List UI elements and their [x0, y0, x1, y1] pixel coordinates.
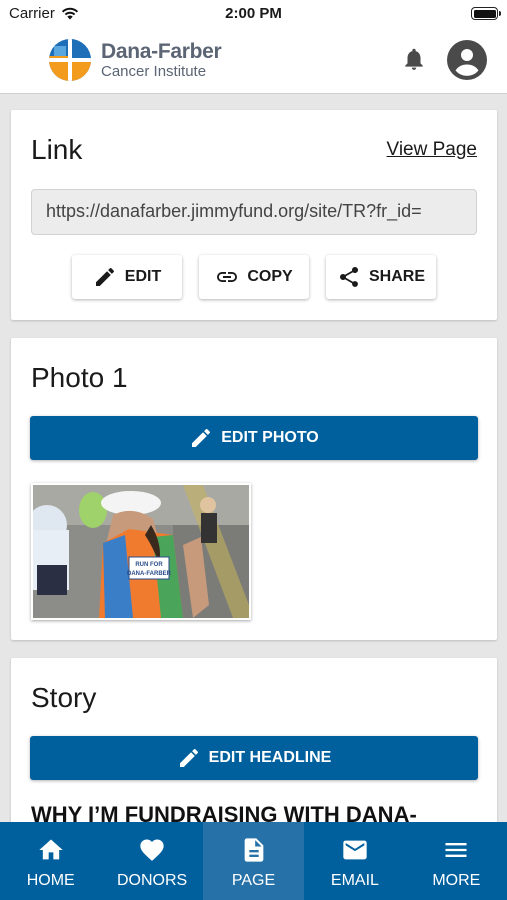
logo-name: Dana-Farber: [101, 40, 222, 63]
nav-home-label: HOME: [26, 872, 75, 889]
page-url-field[interactable]: https://danafarber.jimmyfund.org/site/TR…: [31, 189, 477, 235]
view-page-link[interactable]: View Page: [387, 139, 478, 161]
pencil-icon: [95, 267, 114, 286]
bell-icon[interactable]: [401, 46, 427, 72]
edit-link-button[interactable]: EDIT: [72, 255, 182, 299]
edit-photo-button[interactable]: EDIT PHOTO: [30, 416, 478, 460]
share-link-button[interactable]: SHARE: [326, 255, 436, 299]
envelope-icon: [343, 840, 367, 860]
nav-item-home[interactable]: HOME: [0, 822, 101, 900]
link-icon: [217, 272, 238, 282]
account-circle-icon[interactable]: [447, 40, 487, 80]
app-header: Dana-Farber Cancer Institute: [0, 28, 507, 94]
edit-headline-button[interactable]: EDIT HEADLINE: [30, 736, 478, 780]
svg-text:RUN FOR: RUN FOR: [135, 562, 163, 568]
edit-link-label: EDIT: [124, 268, 162, 285]
pencil-icon: [192, 428, 211, 447]
share-icon: [339, 266, 358, 287]
nav-item-page[interactable]: PAGE: [202, 822, 305, 900]
copy-link-label: COPY: [247, 268, 293, 285]
link-card: Link View Page https://danafarber.jimmyf…: [11, 110, 497, 320]
pencil-icon: [179, 748, 198, 767]
nav-more-label: MORE: [432, 872, 481, 889]
nav-email-label: EMAIL: [330, 872, 379, 889]
nav-item-more[interactable]: MORE: [406, 822, 507, 900]
photo-card-title: Photo 1: [31, 362, 128, 393]
link-card-title: Link: [31, 134, 83, 165]
edit-photo-label: EDIT PHOTO: [221, 429, 319, 446]
logo-subtitle: Cancer Institute: [101, 63, 207, 80]
home-icon: [39, 839, 63, 860]
bottom-nav: HOME DONORS PAGE EMAIL MORE: [0, 822, 507, 900]
svg-text:DANA-FARBER: DANA-FARBER: [127, 571, 172, 577]
status-bar: Carrier 2:00 PM: [0, 0, 507, 28]
edit-headline-label: EDIT HEADLINE: [208, 749, 332, 766]
battery-icon: [471, 7, 501, 20]
nav-item-email[interactable]: EMAIL: [304, 822, 405, 900]
dana-farber-logo-icon: [49, 39, 91, 81]
status-time: 2:00 PM: [225, 5, 282, 22]
nav-donors-label: DONORS: [116, 872, 188, 889]
nav-page-label: PAGE: [231, 872, 276, 889]
runner-photo-image: RUN FOR DANA-FARBER: [33, 485, 249, 618]
logo-text: Dana-Farber Cancer Institute: [101, 40, 222, 81]
runner-photo[interactable]: RUN FOR DANA-FARBER: [31, 483, 251, 620]
copy-link-button[interactable]: COPY: [199, 255, 309, 299]
story-card-title: Story: [31, 682, 97, 713]
menu-icon: [445, 843, 467, 857]
nav-item-donors[interactable]: DONORS: [101, 822, 202, 900]
share-link-label: SHARE: [368, 268, 425, 285]
photo-card: Photo 1 EDIT PHOTO RUN FOR DANA-FARBER: [11, 338, 497, 640]
heart-icon: [140, 839, 164, 861]
page-icon: [244, 838, 263, 862]
